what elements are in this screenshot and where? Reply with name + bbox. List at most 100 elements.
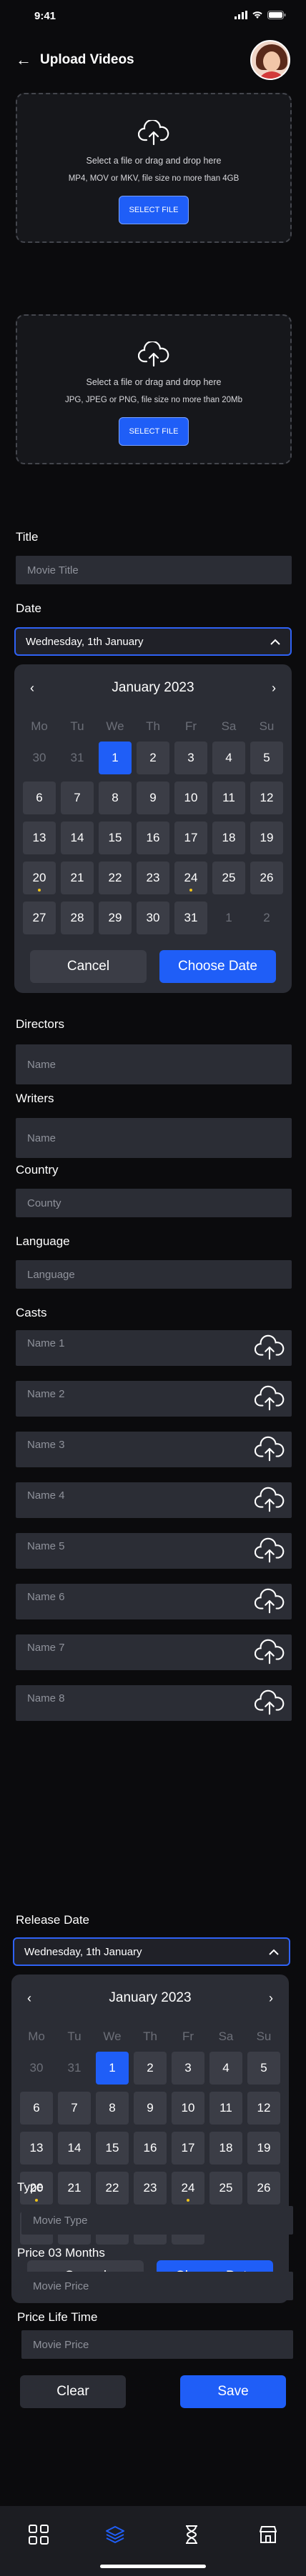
save-button[interactable]: Save [180, 2375, 286, 2408]
calendar-day[interactable]: 9 [134, 2092, 167, 2125]
calendar-day[interactable]: 23 [137, 862, 169, 894]
calendar-day[interactable]: 15 [96, 2132, 129, 2165]
calendar-day[interactable]: 12 [250, 782, 283, 814]
calendar-day[interactable]: 2 [250, 902, 283, 934]
calendar-day[interactable]: 13 [23, 822, 56, 854]
price-lifetime-input[interactable]: Movie Price [21, 2330, 293, 2359]
cast-row[interactable]: Name 6 [16, 1584, 292, 1619]
calendar-day[interactable]: 3 [174, 742, 207, 774]
calendar-day[interactable]: 1 [99, 742, 132, 774]
calendar-day[interactable]: 4 [212, 742, 245, 774]
calendar-day[interactable]: 1 [96, 2052, 129, 2085]
upload-cloud-icon[interactable] [255, 1487, 285, 1514]
calendar-day[interactable]: 16 [134, 2132, 167, 2165]
calendar-day[interactable]: 21 [58, 2172, 91, 2205]
calendar-day[interactable]: 1 [212, 902, 245, 934]
calendar-day[interactable]: 25 [212, 862, 245, 894]
calendar-day[interactable]: 24 [174, 862, 207, 894]
calendar-day[interactable]: 2 [134, 2052, 167, 2085]
cast-row[interactable]: Name 3 [16, 1432, 292, 1467]
calendar-day[interactable]: 21 [61, 862, 94, 894]
cast-row[interactable]: Name 4 [16, 1482, 292, 1518]
calendar-day[interactable]: 11 [209, 2092, 242, 2125]
calendar-day[interactable]: 30 [23, 742, 56, 774]
calendar-day[interactable]: 5 [247, 2052, 280, 2085]
avatar[interactable] [250, 40, 290, 80]
next-month-icon[interactable]: › [272, 681, 276, 696]
calendar-day[interactable]: 10 [172, 2092, 204, 2125]
tab-shop[interactable] [254, 2520, 282, 2549]
select-video-file-button[interactable]: SELECT FILE [119, 196, 189, 224]
calendar-day[interactable]: 22 [96, 2172, 129, 2205]
calendar-day[interactable]: 27 [23, 902, 56, 934]
tab-layers[interactable] [101, 2520, 129, 2549]
calendar-day[interactable]: 8 [99, 782, 132, 814]
calendar-day[interactable]: 12 [247, 2092, 280, 2125]
calendar-day[interactable]: 26 [247, 2172, 280, 2205]
calendar-day[interactable]: 22 [99, 862, 132, 894]
title-input[interactable]: Movie Title [16, 556, 292, 584]
choose-date-button[interactable]: Choose Date [159, 950, 276, 983]
calendar-day[interactable]: 20 [23, 862, 56, 894]
calendar-day[interactable]: 15 [99, 822, 132, 854]
calendar-cancel-button[interactable]: Cancel [30, 950, 147, 983]
calendar-day[interactable]: 9 [137, 782, 169, 814]
upload-cloud-icon[interactable] [255, 1385, 285, 1412]
directors-input[interactable]: Name [16, 1044, 292, 1084]
calendar-day[interactable]: 6 [20, 2092, 53, 2125]
calendar-day[interactable]: 19 [247, 2132, 280, 2165]
language-input[interactable]: Language [16, 1260, 292, 1289]
video-upload-dropzone[interactable]: Select a file or drag and drop here MP4,… [16, 93, 292, 243]
calendar-day[interactable]: 16 [137, 822, 169, 854]
upload-cloud-icon[interactable] [255, 1639, 285, 1666]
calendar-day[interactable]: 31 [174, 902, 207, 934]
upload-cloud-icon[interactable] [255, 1689, 285, 1717]
calendar-day[interactable]: 26 [250, 862, 283, 894]
calendar-day[interactable]: 30 [137, 902, 169, 934]
calendar-day[interactable]: 25 [209, 2172, 242, 2205]
calendar-day[interactable]: 17 [172, 2132, 204, 2165]
calendar-day[interactable]: 18 [212, 822, 245, 854]
clear-button[interactable]: Clear [20, 2375, 126, 2408]
calendar-day[interactable]: 28 [61, 902, 94, 934]
calendar-day[interactable]: 8 [96, 2092, 129, 2125]
calendar-day[interactable]: 31 [61, 742, 94, 774]
prev-month-icon[interactable]: ‹ [30, 681, 34, 696]
price-3-months-input[interactable]: Movie Price [21, 2272, 293, 2300]
calendar-day[interactable]: 7 [61, 782, 94, 814]
upload-cloud-icon[interactable] [255, 1588, 285, 1615]
calendar-day[interactable]: 23 [134, 2172, 167, 2205]
calendar-day[interactable]: 18 [209, 2132, 242, 2165]
calendar-day[interactable]: 11 [212, 782, 245, 814]
release-date-select[interactable]: Wednesday, 1th January [13, 1937, 290, 1966]
next-month-icon[interactable]: › [269, 1991, 273, 2006]
cast-row[interactable]: Name 2 [16, 1381, 292, 1417]
country-input[interactable]: County [16, 1189, 292, 1217]
calendar-day[interactable]: 7 [58, 2092, 91, 2125]
calendar-day[interactable]: 6 [23, 782, 56, 814]
calendar-day[interactable]: 19 [250, 822, 283, 854]
tab-hourglass[interactable] [177, 2520, 206, 2549]
calendar-day[interactable]: 31 [58, 2052, 91, 2085]
cast-row[interactable]: Name 1 [16, 1330, 292, 1366]
calendar-day[interactable]: 13 [20, 2132, 53, 2165]
writers-input[interactable]: Name [16, 1118, 292, 1158]
image-upload-dropzone[interactable]: Select a file or drag and drop here JPG,… [16, 314, 292, 464]
upload-cloud-icon[interactable] [255, 1537, 285, 1564]
calendar-day[interactable]: 17 [174, 822, 207, 854]
calendar-day[interactable]: 10 [174, 782, 207, 814]
calendar-day[interactable]: 5 [250, 742, 283, 774]
upload-cloud-icon[interactable] [255, 1334, 285, 1362]
calendar-day[interactable]: 30 [20, 2052, 53, 2085]
calendar-day[interactable]: 29 [99, 902, 132, 934]
prev-month-icon[interactable]: ‹ [27, 1991, 31, 2006]
calendar-day[interactable]: 2 [137, 742, 169, 774]
cast-row[interactable]: Name 5 [16, 1533, 292, 1569]
tab-grid[interactable] [24, 2520, 53, 2549]
cast-row[interactable]: Name 8 [16, 1685, 292, 1721]
select-image-file-button[interactable]: SELECT FILE [119, 417, 189, 446]
back-arrow-icon[interactable]: ← [16, 51, 31, 69]
cast-row[interactable]: Name 7 [16, 1634, 292, 1670]
date-select[interactable]: Wednesday, 1th January [14, 627, 292, 656]
calendar-day[interactable]: 4 [209, 2052, 242, 2085]
